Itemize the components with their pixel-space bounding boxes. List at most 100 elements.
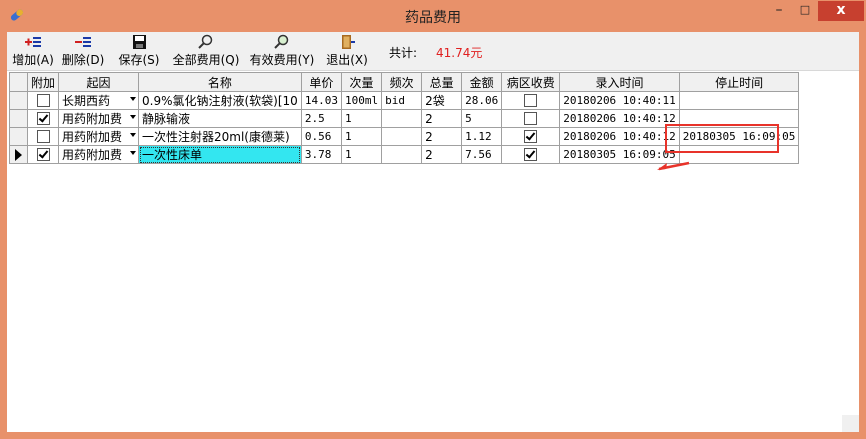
total-label: 共计: — [389, 46, 418, 60]
name-cell[interactable]: 一次性床单 — [138, 145, 302, 164]
title-bar[interactable]: 药品费用 – □ x — [0, 0, 866, 32]
name-cell[interactable]: 静脉输液 — [138, 109, 302, 128]
row-indicator[interactable] — [9, 109, 28, 128]
price-cell[interactable]: 0.56 — [300, 127, 342, 146]
freq-cell[interactable] — [381, 109, 423, 128]
exit-button-label: 退出(X) — [326, 53, 368, 67]
attached-cell[interactable] — [26, 109, 60, 128]
ward-fee-cell[interactable] — [501, 91, 561, 110]
column-header-dose[interactable]: 次量 — [340, 72, 383, 92]
total-cell[interactable]: 2 — [421, 145, 463, 164]
cause-value: 用药附加费 — [62, 130, 123, 144]
row-indicator-header — [9, 72, 28, 92]
attached-cell[interactable] — [26, 91, 60, 110]
dose-cell[interactable]: 1 — [340, 109, 383, 128]
dose-cell[interactable]: 100ml — [340, 91, 383, 110]
grid-header-row: 附加 起因 名称 单价 次量 频次 总量 金额 病区收费 录入时间 停止时间 — [9, 72, 800, 92]
ward-fee-cell[interactable] — [501, 127, 561, 146]
name-cell[interactable]: 0.9%氯化钠注射液(软袋)[10 — [138, 91, 302, 110]
price-cell[interactable]: 2.5 — [300, 109, 342, 128]
column-header-total[interactable]: 总量 — [421, 72, 463, 92]
price-cell[interactable]: 14.03 — [300, 91, 342, 110]
attached-cell[interactable] — [26, 127, 60, 146]
column-header-attached[interactable]: 附加 — [26, 72, 60, 92]
cause-combo[interactable]: 用药附加费 — [58, 145, 140, 164]
column-header-cause[interactable]: 起因 — [58, 72, 140, 92]
all-fees-button[interactable]: 全部费用(Q) — [171, 34, 241, 68]
freq-cell[interactable] — [381, 127, 423, 146]
ward-fee-checkbox[interactable] — [524, 112, 538, 126]
entry-time-cell[interactable]: 20180206 10:40:11 — [559, 91, 680, 110]
attached-checkbox[interactable] — [36, 130, 50, 144]
cause-value: 长期西药 — [62, 94, 111, 108]
entry-time-cell[interactable]: 20180206 10:40:12 — [559, 127, 680, 146]
ward-fee-cell[interactable] — [501, 109, 561, 128]
freq-cell[interactable] — [381, 145, 423, 164]
dropdown-arrow-icon[interactable] — [130, 115, 137, 119]
current-row-arrow-icon — [15, 149, 22, 161]
dose-cell[interactable]: 1 — [340, 145, 383, 164]
minimize-button[interactable]: – — [766, 1, 792, 21]
magnifier-icon — [198, 34, 213, 49]
dropdown-arrow-icon[interactable] — [130, 151, 137, 155]
ward-fee-checkbox[interactable] — [524, 148, 538, 162]
save-button[interactable]: 保存(S) — [115, 34, 163, 68]
annotation-highlight-box — [665, 124, 779, 153]
ward-fee-cell[interactable] — [501, 145, 561, 164]
attached-checkbox[interactable] — [36, 94, 50, 108]
column-header-stop-time[interactable]: 停止时间 — [678, 72, 800, 92]
attached-checkbox[interactable] — [36, 112, 50, 126]
delete-button-label: 删除(D) — [61, 53, 105, 67]
all-fees-button-label: 全部费用(Q) — [172, 53, 240, 67]
column-header-ward-fee[interactable]: 病区收费 — [501, 72, 561, 92]
client-area: 增加(A) 删除(D) 保存(S) 全部费用(Q) 有效费用(Y) 退出(X) … — [7, 32, 859, 432]
freq-cell[interactable]: bid — [381, 91, 423, 110]
exit-button[interactable]: 退出(X) — [323, 34, 371, 68]
scroll-corner — [842, 415, 859, 432]
close-button[interactable]: x — [818, 1, 864, 21]
total-value: 41.74元 — [436, 46, 483, 60]
row-indicator[interactable] — [9, 127, 28, 146]
row-indicator[interactable] — [9, 145, 28, 164]
amount-cell[interactable]: 28.06 — [461, 91, 503, 110]
floppy-disk-icon — [133, 35, 146, 49]
add-button-label: 增加(A) — [12, 53, 54, 67]
attached-cell[interactable] — [26, 145, 60, 164]
column-header-entry-time[interactable]: 录入时间 — [559, 72, 680, 92]
cause-value: 用药附加费 — [62, 112, 123, 126]
table-row[interactable]: 长期西药 0.9%氯化钠注射液(软袋)[10 14.03 100ml bid 2袋 28.0… — [9, 91, 800, 110]
cause-combo[interactable]: 用药附加费 — [58, 127, 140, 146]
column-header-name[interactable]: 名称 — [138, 72, 302, 92]
total-cell[interactable]: 2袋 — [421, 91, 463, 110]
attached-checkbox[interactable] — [36, 148, 50, 162]
stop-time-cell[interactable] — [678, 91, 800, 110]
total-cell[interactable]: 2 — [421, 127, 463, 146]
valid-fees-button[interactable]: 有效费用(Y) — [247, 34, 317, 68]
add-button[interactable]: 增加(A) — [11, 34, 55, 68]
entry-time-cell[interactable]: 20180206 10:40:12 — [559, 109, 680, 128]
save-button-label: 保存(S) — [118, 53, 160, 67]
amount-cell[interactable]: 7.56 — [461, 145, 503, 164]
annotation-arrow-icon — [657, 161, 690, 171]
dropdown-arrow-icon[interactable] — [130, 133, 137, 137]
name-cell[interactable]: 一次性注射器20ml(康德莱) — [138, 127, 302, 146]
ward-fee-checkbox[interactable] — [524, 130, 538, 144]
dropdown-arrow-icon[interactable] — [130, 97, 137, 101]
amount-cell[interactable]: 1.12 — [461, 127, 503, 146]
maximize-button[interactable]: □ — [792, 1, 818, 21]
amount-cell[interactable]: 5 — [461, 109, 503, 128]
delete-button[interactable]: 删除(D) — [61, 34, 105, 68]
column-header-price[interactable]: 单价 — [300, 72, 342, 92]
price-cell[interactable]: 3.78 — [300, 145, 342, 164]
cause-combo[interactable]: 长期西药 — [58, 91, 140, 110]
column-header-freq[interactable]: 频次 — [381, 72, 423, 92]
column-header-amount[interactable]: 金额 — [461, 72, 503, 92]
magnifier-icon — [274, 34, 289, 49]
total-cell[interactable]: 2 — [421, 109, 463, 128]
cause-value: 用药附加费 — [62, 148, 123, 162]
cause-combo[interactable]: 用药附加费 — [58, 109, 140, 128]
add-row-icon — [25, 37, 41, 47]
ward-fee-checkbox[interactable] — [524, 94, 538, 108]
dose-cell[interactable]: 1 — [340, 127, 383, 146]
row-indicator[interactable] — [9, 91, 28, 110]
